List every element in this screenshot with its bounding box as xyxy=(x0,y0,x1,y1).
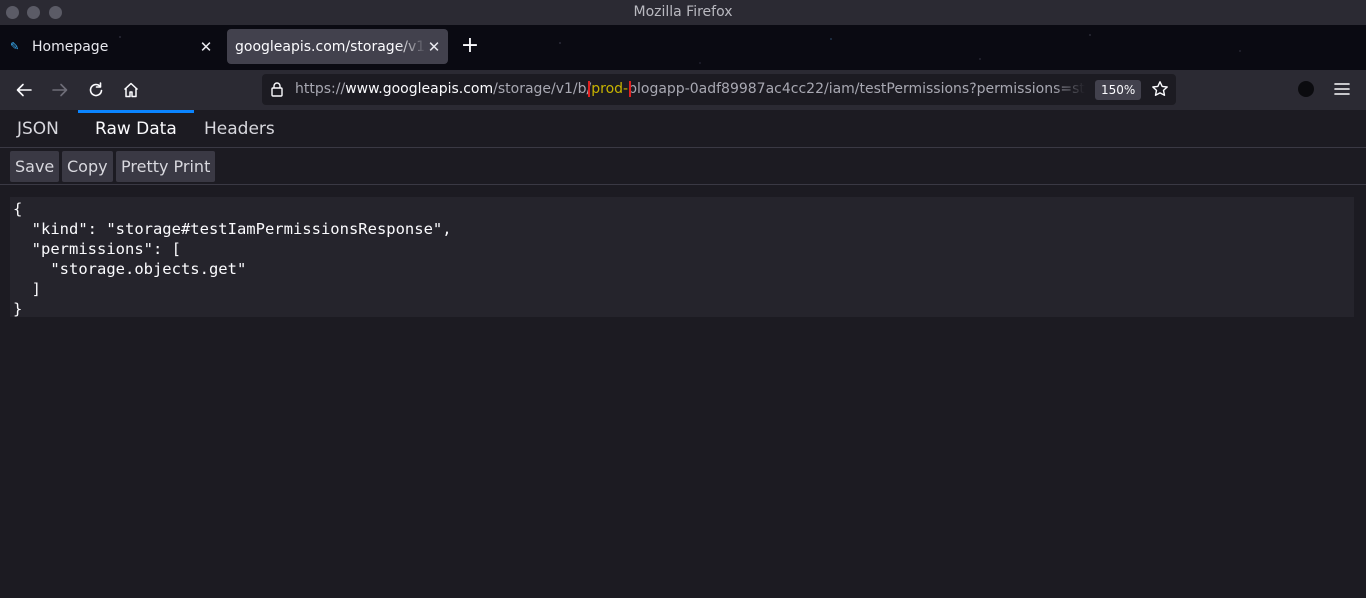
raw-data-panel[interactable]: { "kind": "storage#testIamPermissionsRes… xyxy=(10,197,1354,319)
home-button[interactable] xyxy=(119,78,143,102)
forward-button[interactable] xyxy=(48,78,72,102)
tab-googleapis[interactable]: googleapis.com/storage/v1/b/ ✕ xyxy=(227,29,448,64)
tab-homepage[interactable]: ✎ Homepage ✕ xyxy=(4,29,220,64)
tab-json[interactable]: JSON xyxy=(17,110,59,148)
tab-headers[interactable]: Headers xyxy=(204,110,275,148)
arrow-left-icon xyxy=(16,83,32,97)
zoom-level-badge[interactable]: 150% xyxy=(1095,80,1142,100)
bookmark-star-icon[interactable] xyxy=(1151,80,1169,102)
new-tab-button[interactable]: + xyxy=(458,33,482,61)
url-path: /storage/v1/b/ xyxy=(493,81,592,97)
url-scheme: https:// xyxy=(295,81,346,97)
reload-icon xyxy=(89,82,103,97)
json-viewer-tabs: JSON Raw Data Headers xyxy=(0,110,1366,148)
tab-label: googleapis.com/storage/v1/b/ xyxy=(235,38,426,55)
hamburger-menu-icon[interactable] xyxy=(1334,80,1350,102)
tab-raw-data[interactable]: Raw Data xyxy=(78,110,194,148)
reload-button[interactable] xyxy=(84,78,108,102)
url-host: www.googleapis.com xyxy=(345,81,494,97)
url-path-rest: blogapp-0adf89987ac4cc22/iam/testPermiss… xyxy=(628,81,1085,97)
back-button[interactable] xyxy=(12,78,36,102)
extension-icon[interactable] xyxy=(1298,81,1314,97)
url-highlighted-segment: prod- xyxy=(588,81,632,97)
homepage-favicon-icon: ✎ xyxy=(10,40,20,53)
raw-json-text[interactable]: { "kind": "storage#testIamPermissionsRes… xyxy=(10,197,1354,319)
tab-label: Homepage xyxy=(32,38,109,55)
url-bar[interactable]: https://www.googleapis.com/storage/v1/b/… xyxy=(262,74,1176,105)
copy-button[interactable]: Copy xyxy=(62,151,113,182)
save-button[interactable]: Save xyxy=(10,151,60,182)
url-text[interactable]: https://www.googleapis.com/storage/v1/b/… xyxy=(295,81,1085,97)
tab-close-icon[interactable]: ✕ xyxy=(198,38,214,56)
window-titlebar: Mozilla Firefox xyxy=(0,0,1366,25)
tab-strip: ✎ Homepage ✕ googleapis.com/storage/v1/b… xyxy=(0,25,1366,70)
raw-data-toolbar: Save Copy Pretty Print xyxy=(0,149,1366,185)
lock-icon[interactable] xyxy=(270,81,284,101)
window-title: Mozilla Firefox xyxy=(633,4,733,20)
pretty-print-button[interactable]: Pretty Print xyxy=(116,151,216,182)
arrow-right-icon xyxy=(52,83,68,97)
home-icon xyxy=(123,82,139,98)
navigation-bar: https://www.googleapis.com/storage/v1/b/… xyxy=(0,70,1366,110)
tab-close-icon[interactable]: ✕ xyxy=(426,38,442,56)
